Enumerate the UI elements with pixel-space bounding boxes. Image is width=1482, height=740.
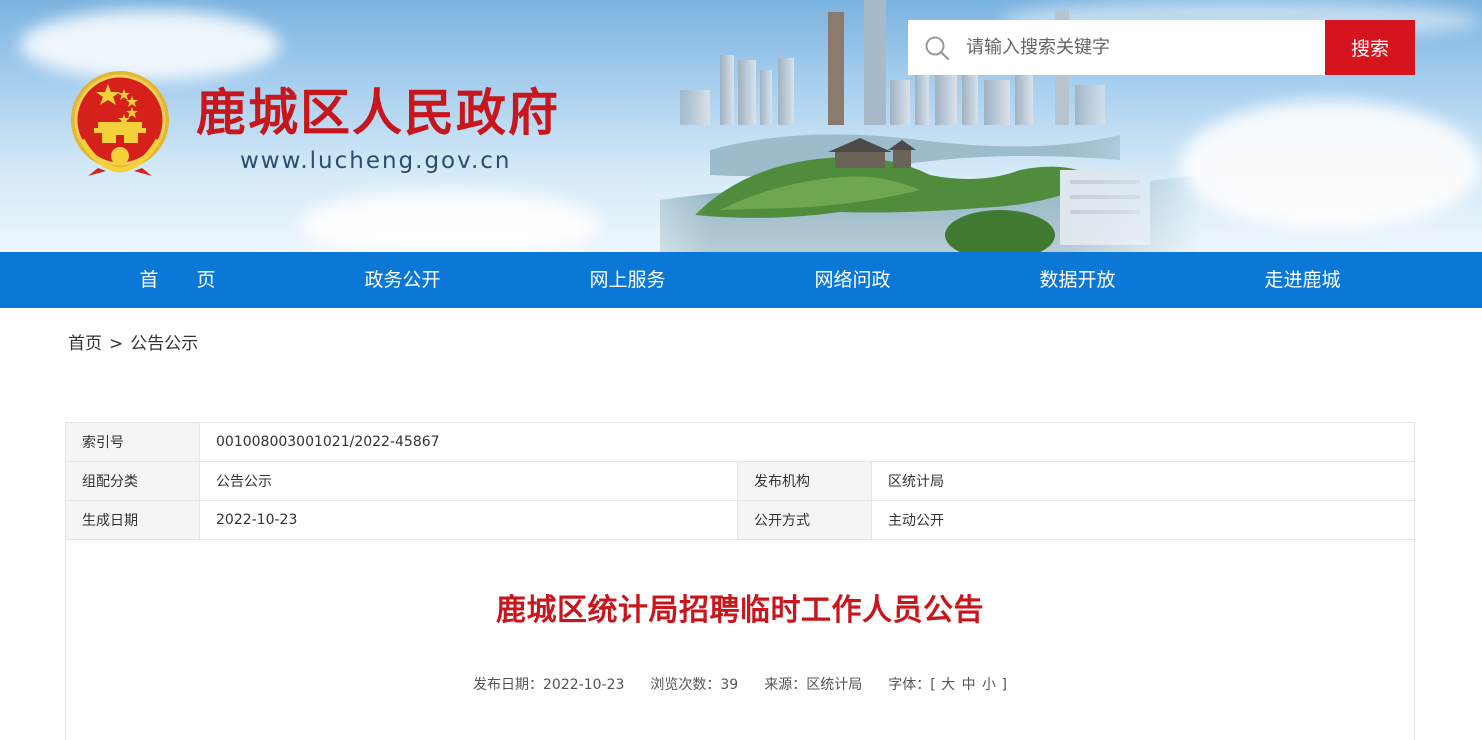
source-label: 来源： xyxy=(764,677,807,693)
main-nav: 首 页 政务公开 网上服务 网络问政 数据开放 走进鹿城 xyxy=(0,252,1482,308)
breadcrumb-home-link[interactable]: 首页 xyxy=(68,334,102,354)
search-input[interactable] xyxy=(964,26,1325,69)
views-label: 浏览次数： xyxy=(650,677,721,693)
search-button[interactable]: 搜索 xyxy=(1325,20,1415,75)
font-size-large-button[interactable]: 大 xyxy=(941,677,955,693)
date-value: 2022-10-23 xyxy=(199,500,738,540)
breadcrumb: 首页 > 公告公示 xyxy=(68,329,198,354)
cloud-decoration xyxy=(300,190,600,252)
breadcrumb-current-link[interactable]: 公告公示 xyxy=(130,334,198,354)
publish-date-label: 发布日期： xyxy=(473,677,544,693)
breadcrumb-separator: > xyxy=(109,334,124,354)
category-value: 公告公示 xyxy=(199,461,738,501)
cloud-decoration xyxy=(1180,100,1480,230)
views-count: 39 xyxy=(720,677,739,693)
national-emblem-icon xyxy=(71,71,169,176)
bracket-open: [ xyxy=(930,677,936,693)
document-info-table: 索引号 001008003001021/2022-45867 组配分类 公告公示… xyxy=(65,422,1415,540)
category-label: 组配分类 xyxy=(65,461,200,501)
publish-date: 2022-10-23 xyxy=(543,677,625,693)
font-size-medium-button[interactable]: 中 xyxy=(962,677,976,693)
search-icon xyxy=(925,36,950,60)
article-content: 鹿城区统计局招聘临时工作人员公告 发布日期：2022-10-23 浏览次数：39 来… xyxy=(65,540,1415,740)
table-row: 索引号 001008003001021/2022-45867 xyxy=(65,422,1415,462)
index-value: 001008003001021/2022-45867 xyxy=(199,422,1415,462)
publisher-value: 区统计局 xyxy=(871,461,1415,501)
search-box xyxy=(908,20,1325,75)
site-url: www.lucheng.gov.cn xyxy=(240,148,512,174)
nav-item-online-inquiry[interactable]: 网络问政 xyxy=(740,252,965,308)
source-value: 区统计局 xyxy=(806,677,863,693)
bracket-close: ] xyxy=(1001,677,1007,693)
method-value: 主动公开 xyxy=(871,500,1415,540)
publisher-label: 发布机构 xyxy=(737,461,872,501)
method-label: 公开方式 xyxy=(737,500,872,540)
nav-item-gov-affairs[interactable]: 政务公开 xyxy=(290,252,515,308)
article-title: 鹿城区统计局招聘临时工作人员公告 xyxy=(496,593,984,628)
nav-item-about-lucheng[interactable]: 走进鹿城 xyxy=(1190,252,1415,308)
index-label: 索引号 xyxy=(65,422,200,462)
table-row: 组配分类 公告公示 发布机构 区统计局 xyxy=(65,461,1415,501)
font-size-label: 字体： xyxy=(888,677,931,693)
nav-item-home[interactable]: 首 页 xyxy=(65,252,290,308)
nav-item-online-services[interactable]: 网上服务 xyxy=(515,252,740,308)
article-meta: 发布日期：2022-10-23 浏览次数：39 来源：区统计局 字体：[ 大 中 小 … xyxy=(66,674,1414,694)
nav-item-open-data[interactable]: 数据开放 xyxy=(965,252,1190,308)
site-title: 鹿城区人民政府 xyxy=(196,83,560,142)
font-size-small-button[interactable]: 小 xyxy=(982,677,996,693)
date-label: 生成日期 xyxy=(65,500,200,540)
site-header: 鹿城区人民政府 www.lucheng.gov.cn 搜索 xyxy=(0,0,1482,252)
table-row: 生成日期 2022-10-23 公开方式 主动公开 xyxy=(65,500,1415,540)
